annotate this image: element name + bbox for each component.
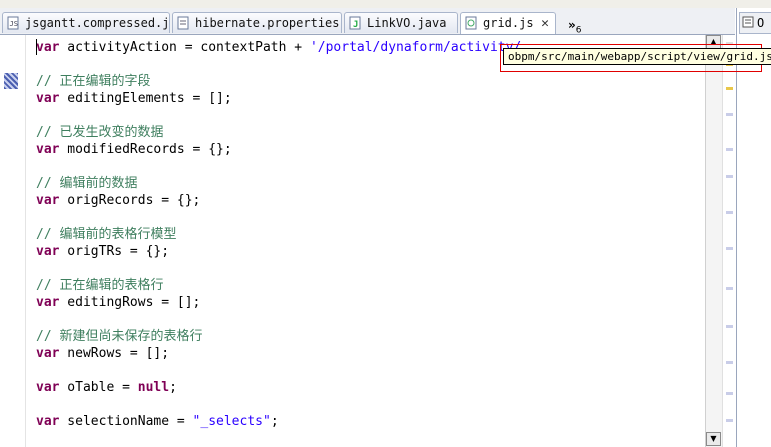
occurrence-marker[interactable] (726, 175, 733, 178)
occurrence-marker[interactable] (726, 247, 733, 250)
code-editor[interactable]: var activityAction = contextPath + '/por… (26, 35, 704, 447)
occurrence-marker[interactable] (726, 113, 733, 116)
text-caret (36, 39, 37, 55)
svg-text:JS: JS (10, 20, 18, 28)
tab-hibernate-properties[interactable]: hibernate.properties (172, 12, 342, 33)
occurrence-marker[interactable] (726, 148, 733, 151)
code-comment: // 编辑前的表格行模型 (36, 227, 177, 242)
tab-linkvo-java[interactable]: J LinkVO.java (344, 12, 458, 33)
code-line: var origTRs = {}; (36, 244, 170, 259)
outline-icon (742, 16, 754, 28)
properties-file-icon (177, 16, 189, 30)
tab-overflow-button[interactable]: »6 (568, 18, 582, 35)
tab-label: jsgantt.compressed.j (25, 16, 170, 30)
code-line: var activityAction = contextPath + '/por… (36, 40, 522, 55)
code-comment: // 正在编辑的表格行 (36, 278, 164, 293)
file-path-tooltip: obpm/src/main/webapp/script/view/grid.js (503, 48, 771, 65)
chevron-right-icon: » (568, 18, 576, 32)
occurrence-marker[interactable] (726, 392, 733, 395)
svg-text:J: J (353, 20, 358, 30)
code-comment: // 已发生改变的数据 (36, 125, 164, 140)
code-comment: // 新建但尚未保存的表格行 (36, 329, 203, 344)
overflow-count: 6 (575, 25, 582, 36)
occurrence-marker[interactable] (726, 211, 733, 214)
tab-jsgantt[interactable]: JS jsgantt.compressed.j (2, 12, 170, 33)
close-icon[interactable]: ✕ (541, 13, 549, 34)
vertical-scrollbar[interactable]: ▲ ▼ (705, 35, 722, 447)
code-line: var modifiedRecords = {}; (36, 142, 232, 157)
occurrence-marker[interactable] (726, 287, 733, 290)
occurrence-marker[interactable] (726, 325, 733, 328)
code-line: var oTable = null; (36, 380, 177, 395)
outline-tab-label: O (757, 16, 765, 30)
tab-label: hibernate.properties (195, 16, 340, 30)
current-line-marker (4, 73, 18, 89)
left-ruler (0, 35, 26, 447)
code-comment: // 正在编辑的字段 (36, 74, 151, 89)
outline-panel: O (736, 8, 771, 447)
occurrence-marker[interactable] (726, 361, 733, 364)
scroll-down-icon[interactable]: ▼ (706, 432, 721, 446)
occurrence-marker[interactable] (726, 419, 733, 422)
js-file-icon: JS (7, 16, 19, 30)
java-file-icon: J (349, 16, 361, 30)
tab-label: LinkVO.java (367, 16, 447, 30)
warning-marker[interactable] (726, 87, 733, 90)
tab-label: grid.js (483, 16, 534, 30)
code-line: var editingElements = []; (36, 91, 232, 106)
tab-grid-js[interactable]: grid.js ✕ (460, 12, 556, 34)
toolbar-strip (0, 0, 771, 8)
js-file-icon (465, 16, 477, 30)
code-line: var selectionName = "_selects"; (36, 414, 279, 429)
code-comment: // 编辑前的数据 (36, 176, 138, 191)
editor-tab-bar: JS jsgantt.compressed.j hibernate.proper… (0, 8, 735, 35)
overview-ruler[interactable] (722, 35, 735, 447)
code-line: var newRows = []; (36, 346, 170, 361)
code-line: var origRecords = {}; (36, 193, 201, 208)
code-line: var editingRows = []; (36, 295, 201, 310)
